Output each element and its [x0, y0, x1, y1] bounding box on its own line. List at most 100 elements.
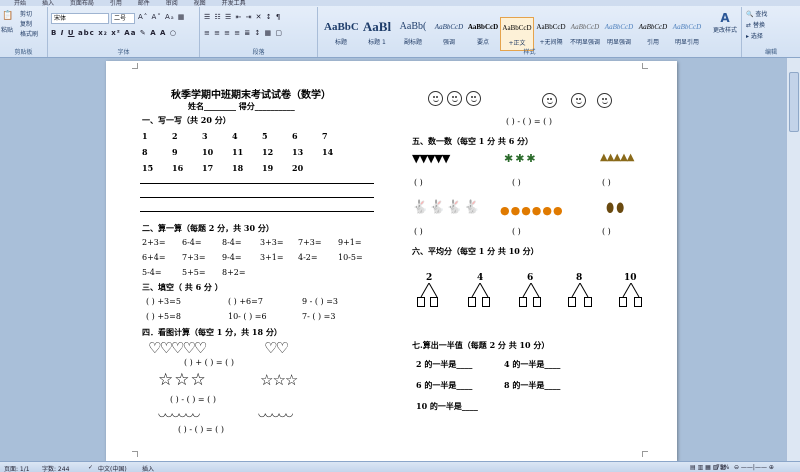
style-intense-emphasis[interactable]: AaBbCcD 明显强调	[602, 17, 636, 51]
change-styles-button[interactable]: A 更改样式	[712, 11, 738, 34]
page-corner-mark	[642, 451, 648, 457]
style-strong[interactable]: AaBbCcD 要点	[466, 17, 500, 51]
vertical-scrollbar[interactable]	[786, 58, 800, 461]
section-4-equation-1: ( ) + ( ) = ( )	[184, 358, 234, 367]
faces-equation: ( ) - ( ) = ( )	[506, 117, 552, 126]
style-no-spacing[interactable]: AaBbCcD +无间隔	[534, 17, 568, 51]
zoom-level[interactable]: 75%	[716, 464, 729, 471]
split-lines-icon	[622, 283, 640, 297]
stars-icon: ☆☆☆	[260, 371, 298, 389]
leaves-icon: ✱✱✱	[504, 152, 538, 165]
beans-icon: ⬮⬮	[606, 201, 627, 216]
style-heading1[interactable]: AaBl 标题 1	[360, 17, 394, 51]
count-answer: ( )	[512, 227, 521, 236]
paste-icon[interactable]: 📋	[2, 11, 13, 21]
half-problem: 8 的一半是____	[504, 380, 561, 390]
paste-button[interactable]: 粘贴	[1, 25, 13, 34]
style-subtle-emphasis[interactable]: AaBbCcD 不明显强调	[568, 17, 602, 51]
word-count[interactable]: 字数: 244	[42, 464, 69, 472]
count-answer: ( )	[414, 227, 423, 236]
page-corner-mark	[132, 451, 138, 457]
paragraph-group: ☰ ☷ ☰ ⇤ ⇥ ✕ ↕ ¶ ≡ ≡ ≡ ≡ ≣ ↕ ▦ ▢ 段落	[200, 7, 318, 57]
split-lines-icon	[571, 283, 589, 297]
style-quote[interactable]: AaBbCcD 引用	[636, 17, 670, 51]
ribbon-tabs: 开始 插入 页面布局 引用 邮件 审阅 视图 开发工具	[0, 0, 800, 7]
copy-button[interactable]: 复制	[20, 19, 32, 28]
font-group: 宋体 二号 A˄ A˅ Aₐ ▦ B I U abc x₂ x² Aa ✎ A …	[48, 7, 200, 57]
half-problem: 6 的一半是____	[416, 380, 473, 390]
style-title[interactable]: AaBbC 标题	[324, 17, 358, 51]
section-6-heading: 六、平均分（每空 1 分 共 10 分）	[412, 246, 539, 256]
find-button[interactable]: 🔍 查找	[746, 9, 767, 18]
page-corner-mark	[132, 63, 138, 69]
document-canvas: 秋季学期中班期末考试试卷（数学） 姓名________ 得分__________…	[0, 58, 800, 461]
font-name-combo[interactable]: 宋体	[51, 13, 109, 24]
half-problem: 2 的一半是____	[416, 359, 473, 369]
style-intense-quote[interactable]: AaBbCcD 明显引用	[670, 17, 704, 51]
smiley-face-icon	[597, 93, 612, 108]
format-painter-button[interactable]: 格式刷	[20, 29, 38, 38]
cups-icon: ▼▼▼▼▼	[412, 152, 450, 165]
font-label: 字体	[117, 49, 130, 56]
writing-line	[140, 183, 374, 184]
split-lines-icon	[471, 283, 489, 297]
section-5-heading: 五、数一数（每空 1 分 共 6 分）	[412, 136, 534, 146]
spellcheck-icon[interactable]: ✓	[88, 464, 93, 471]
page-count[interactable]: 页面: 1/1	[4, 464, 30, 472]
smiley-face-icon	[466, 91, 481, 106]
editing-label: 编辑	[764, 49, 777, 56]
scrollbar-thumb[interactable]	[789, 72, 799, 132]
section-4-equation-2: ( ) - ( ) = ( )	[170, 395, 216, 404]
styles-group: AaBbC 标题 AaBl 标题 1 AaBb(副标题 AaBbCcD 强调 AaBb…	[318, 7, 742, 57]
half-problem: 10 的一半是____	[416, 401, 478, 411]
hearts-icon: ♡♡	[264, 339, 289, 357]
split-lines-icon	[420, 283, 438, 297]
section-3-heading: 三、填空（ 共 6 分 ）	[142, 282, 223, 292]
clipboard-label: 剪贴板	[14, 49, 33, 56]
insert-mode[interactable]: 插入	[142, 464, 154, 472]
cut-button[interactable]: 剪切	[20, 9, 32, 18]
section-4-equation-3: ( ) - ( ) = ( )	[178, 425, 224, 434]
smiley-face-icon	[542, 93, 557, 108]
section-2-heading: 二、算一算（每题 2 分，共 30 分）	[142, 223, 274, 233]
document-page[interactable]: 秋季学期中班期末考试试卷（数学） 姓名________ 得分__________…	[106, 61, 677, 461]
bowls-icon: ◡◡◡◡◡◡	[158, 409, 200, 419]
exam-title: 秋季学期中班期末考试试卷（数学）	[171, 90, 331, 101]
language-indicator[interactable]: 中文(中国)	[98, 464, 127, 472]
smiley-face-icon	[447, 91, 462, 106]
half-problem: 4 的一半是____	[504, 359, 561, 369]
hearts-icon: ♡♡♡♡♡	[148, 339, 207, 357]
split-lines-icon	[522, 283, 540, 297]
font-format-icons[interactable]: B I U abc x₂ x² Aa ✎ A A ○	[51, 29, 177, 39]
section-7-heading: 七.算出一半值（每题 2 分 共 10 分）	[412, 340, 550, 350]
list-icons[interactable]: ☰ ☷ ☰ ⇤ ⇥ ✕ ↕ ¶	[204, 13, 281, 23]
status-bar: 页面: 1/1 字数: 244 ✓ 中文(中国) 插入 ▤ ▥ ▦ ▧ ▨ 75…	[0, 461, 800, 472]
name-score-line: 姓名________ 得分__________	[188, 101, 295, 111]
writing-line	[140, 197, 374, 198]
ribbon: 开始 插入 页面布局 引用 邮件 审阅 视图 开发工具 📋 粘贴 剪切 复制 格…	[0, 0, 800, 58]
count-answer: ( )	[602, 178, 611, 187]
section-1-heading: 一、写一写（共 20 分）	[142, 115, 231, 125]
change-styles-icon: A	[720, 11, 730, 25]
count-answer: ( )	[512, 178, 521, 187]
editing-group: 🔍 查找 ⇄ 替换 ▸ 选择 编辑	[742, 7, 800, 57]
style-emphasis[interactable]: AaBbCcD 强调	[432, 17, 466, 51]
page-corner-mark	[642, 63, 648, 69]
replace-button[interactable]: ⇄ 替换	[746, 20, 765, 29]
cones-icon: ▲▲▲▲▲	[600, 152, 634, 163]
align-icons[interactable]: ≡ ≡ ≡ ≡ ≣ ↕ ▦ ▢	[204, 29, 283, 39]
smiley-face-icon	[571, 93, 586, 108]
zoom-slider[interactable]: ⊖ ——|—— ⊕	[734, 464, 774, 471]
bowls-icon: ◡◡◡◡◡	[258, 409, 293, 419]
clipboard-group: 📋 粘贴 剪切 复制 格式刷 剪贴板	[0, 7, 48, 57]
smiley-face-icon	[428, 91, 443, 106]
font-size-combo[interactable]: 二号	[111, 13, 135, 24]
style-subtitle[interactable]: AaBb(副标题	[396, 17, 430, 51]
writing-line	[140, 211, 374, 212]
rabbits-icon: 🐇🐇🐇🐇	[412, 200, 481, 215]
count-answer: ( )	[414, 178, 423, 187]
select-button[interactable]: ▸ 选择	[746, 31, 763, 40]
paragraph-label: 段落	[252, 49, 265, 56]
style-normal[interactable]: AaBbCcD +正文	[500, 17, 534, 51]
font-grow-shrink-icons[interactable]: A˄ A˅ Aₐ ▦	[138, 13, 185, 23]
